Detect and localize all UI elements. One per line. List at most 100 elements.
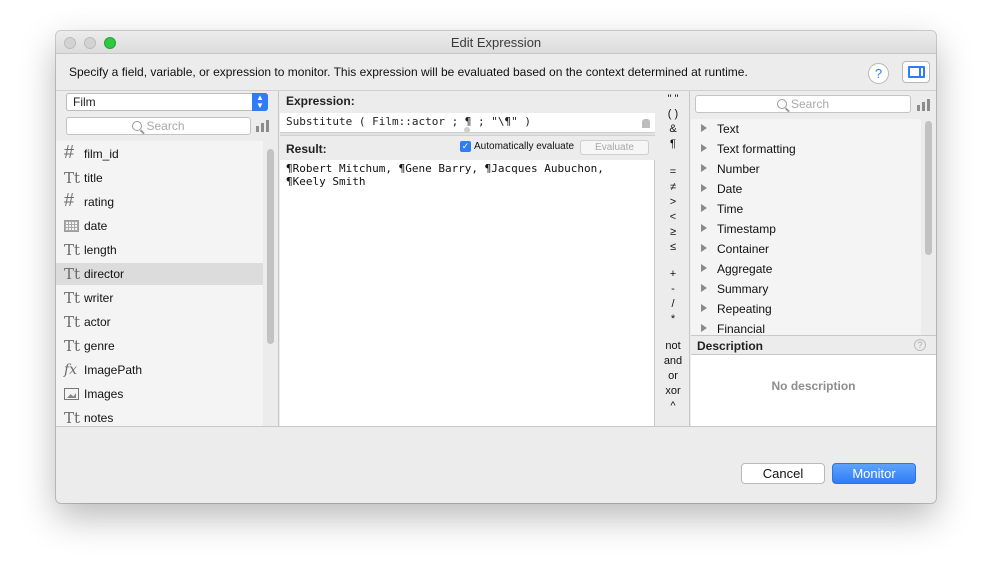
operators-column: " " ( ) & ¶ = ≠ > < ≥ ≤ + - / * not and or xor ^: [656, 91, 690, 426]
function-category-label: Text formatting: [717, 142, 796, 156]
description-help-icon[interactable]: ?: [914, 339, 926, 351]
function-category-label: Repeating: [717, 302, 772, 316]
expression-scrollbar[interactable]: [642, 119, 650, 128]
text-type-icon: Tt: [64, 289, 81, 307]
disclosure-triangle-icon[interactable]: [701, 224, 707, 232]
field-name: title: [84, 171, 103, 185]
operator-button[interactable]: &: [656, 123, 690, 135]
search-placeholder: Search: [146, 119, 185, 133]
function-category-text-formatting[interactable]: Text formatting: [691, 139, 921, 159]
field-name: genre: [84, 339, 115, 353]
operator-button[interactable]: ¶: [656, 138, 690, 150]
functions-scrollbar[interactable]: [925, 121, 932, 255]
disclosure-triangle-icon[interactable]: [701, 264, 707, 272]
field-item-notes[interactable]: Tt notes: [56, 407, 263, 426]
evaluate-button[interactable]: Evaluate: [580, 140, 649, 155]
result-header: Result: ✓ Automatically evaluate Evaluat…: [280, 136, 655, 160]
text-type-icon: Tt: [64, 313, 81, 331]
toggle-panel-button[interactable]: [902, 61, 930, 83]
cancel-button[interactable]: Cancel: [741, 463, 825, 484]
description-text: No description: [771, 379, 856, 393]
disclosure-triangle-icon[interactable]: [701, 204, 707, 212]
auto-evaluate-label[interactable]: Automatically evaluate: [474, 141, 574, 152]
operator-button[interactable]: " ": [656, 93, 690, 105]
operator-button[interactable]: <: [656, 211, 690, 223]
help-button[interactable]: ?: [868, 63, 889, 84]
sort-options-icon[interactable]: [256, 120, 270, 132]
function-category-label: Financial: [717, 322, 766, 335]
operator-button[interactable]: *: [656, 313, 690, 325]
operator-button[interactable]: -: [656, 283, 690, 295]
function-category-label: Container: [717, 242, 770, 256]
operator-button[interactable]: ( ): [656, 108, 690, 120]
operator-button[interactable]: =: [656, 166, 690, 178]
field-name: film_id: [84, 147, 119, 161]
disclosure-triangle-icon[interactable]: [701, 284, 707, 292]
fields-scrollbar[interactable]: [267, 149, 274, 344]
field-item-length[interactable]: Tt length: [56, 239, 263, 261]
function-category-financial[interactable]: Financial: [691, 319, 921, 335]
field-item-writer[interactable]: Tt writer: [56, 287, 263, 309]
function-category-time[interactable]: Time: [691, 199, 921, 219]
field-item-imagepath[interactable]: fx ImagePath: [56, 359, 263, 381]
function-category-number[interactable]: Number: [691, 159, 921, 179]
text-type-icon: Tt: [64, 241, 81, 259]
field-item-date[interactable]: date: [56, 215, 263, 237]
function-category-date[interactable]: Date: [691, 179, 921, 199]
function-category-aggregate[interactable]: Aggregate: [691, 259, 921, 279]
operator-button[interactable]: and: [656, 355, 690, 367]
field-name: writer: [84, 291, 114, 305]
field-item-title[interactable]: Tt title: [56, 167, 263, 189]
operator-button[interactable]: or: [656, 370, 690, 382]
operator-button[interactable]: +: [656, 268, 690, 280]
calendar-icon: [64, 220, 79, 232]
monitor-button[interactable]: Monitor: [832, 463, 916, 484]
field-name: notes: [84, 411, 114, 425]
disclosure-triangle-icon[interactable]: [701, 184, 707, 192]
functions-search-input[interactable]: Search: [695, 95, 911, 113]
field-item-rating[interactable]: # rating: [56, 190, 263, 213]
field-item-director[interactable]: Tt director: [56, 263, 263, 285]
operator-button[interactable]: xor: [656, 385, 690, 397]
search-icon: [132, 121, 143, 131]
number-type-icon: #: [64, 190, 75, 210]
instructions-text: Specify a field, variable, or expression…: [69, 65, 748, 79]
function-category-label: Text: [717, 122, 740, 136]
disclosure-triangle-icon[interactable]: [701, 144, 707, 152]
description-header: Description ?: [691, 335, 936, 355]
operator-button[interactable]: not: [656, 340, 690, 352]
field-item-images[interactable]: Images: [56, 383, 263, 405]
disclosure-triangle-icon[interactable]: [701, 124, 707, 132]
operator-button[interactable]: ≠: [656, 181, 690, 193]
function-category-text[interactable]: Text: [691, 119, 921, 139]
disclosure-triangle-icon[interactable]: [701, 164, 707, 172]
operator-button[interactable]: ≥: [656, 226, 690, 238]
fields-search-input[interactable]: Search: [66, 117, 251, 135]
operator-button[interactable]: ≤: [656, 241, 690, 253]
field-name: rating: [84, 195, 115, 209]
field-item-actor[interactable]: Tt actor: [56, 311, 263, 333]
disclosure-triangle-icon[interactable]: [701, 244, 707, 252]
operator-button[interactable]: /: [656, 298, 690, 310]
function-category-repeating[interactable]: Repeating: [691, 299, 921, 319]
operator-button[interactable]: ^: [656, 400, 690, 412]
disclosure-triangle-icon[interactable]: [701, 324, 707, 332]
function-category-container[interactable]: Container: [691, 239, 921, 259]
function-category-summary[interactable]: Summary: [691, 279, 921, 299]
field-item-film_id[interactable]: # film_id: [56, 142, 263, 165]
disclosure-triangle-icon[interactable]: [701, 304, 707, 312]
field-item-genre[interactable]: Tt genre: [56, 335, 263, 357]
search-icon: [776, 99, 787, 109]
expression-label: Expression:: [286, 94, 355, 108]
table-occurrence-select[interactable]: Film ▲ ▼: [66, 93, 268, 111]
operator-button[interactable]: >: [656, 196, 690, 208]
auto-evaluate-checkbox[interactable]: ✓: [460, 141, 471, 152]
function-category-label: Summary: [717, 282, 769, 296]
field-list: # film_id Tt title # rating date Tt length Tt dire…: [56, 141, 263, 426]
splitter-handle-icon[interactable]: [464, 127, 470, 133]
field-name: ImagePath: [84, 363, 143, 377]
function-view-icon[interactable]: [917, 99, 931, 111]
function-category-timestamp[interactable]: Timestamp: [691, 219, 921, 239]
number-type-icon: #: [64, 142, 75, 162]
image-icon: [64, 388, 79, 400]
